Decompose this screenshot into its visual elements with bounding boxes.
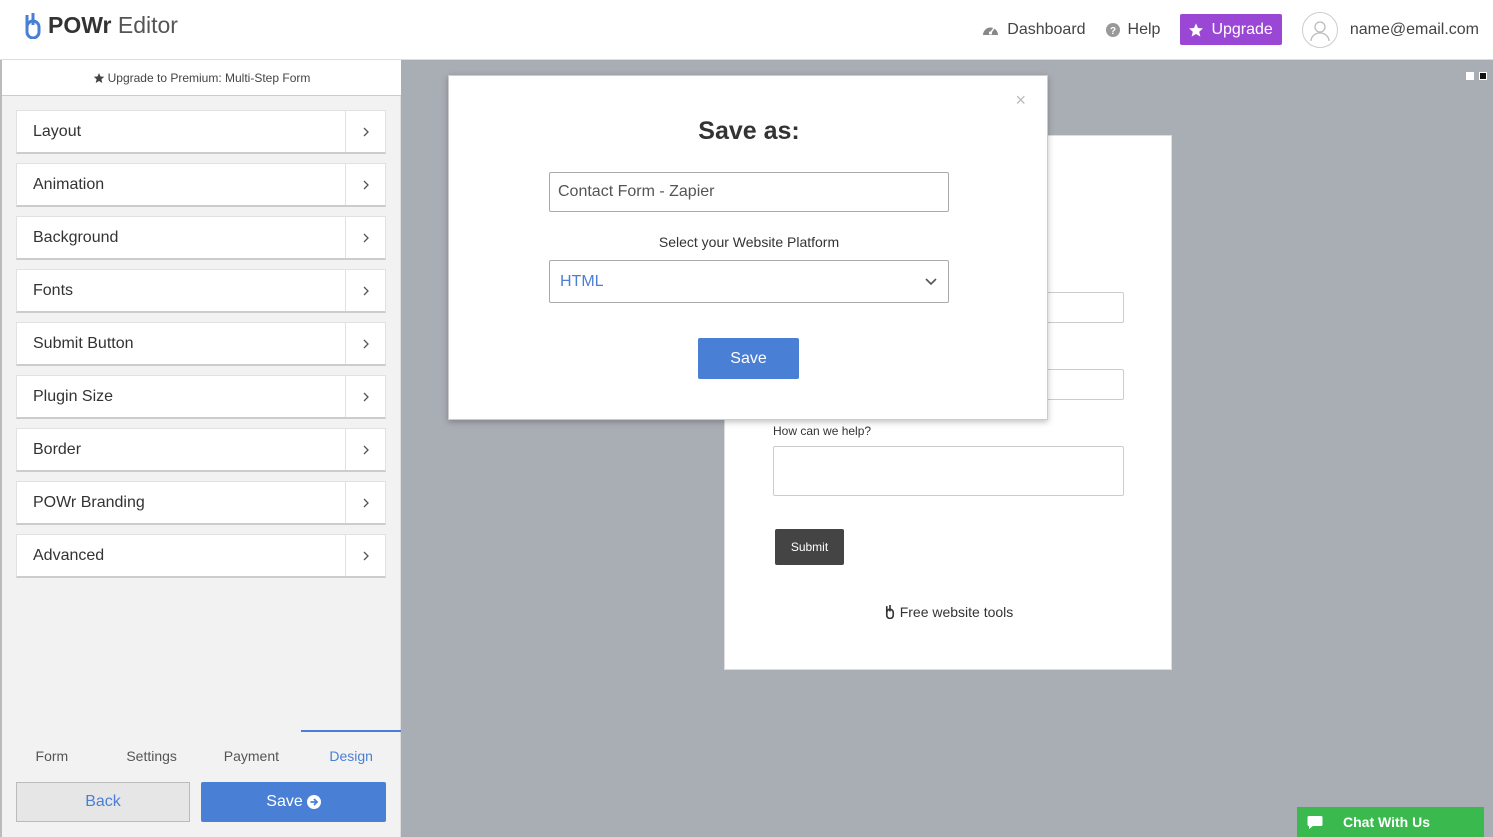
chevron-right-icon — [345, 217, 385, 258]
menu-item-label: Border — [33, 440, 82, 458]
powr-branding-text: Free website tools — [899, 604, 1014, 620]
premium-upsell-banner[interactable]: Upgrade to Premium: Multi-Step Form — [2, 60, 401, 96]
menu-item-animation[interactable]: Animation — [16, 163, 386, 207]
menu-item-label: POWr Branding — [33, 493, 145, 511]
menu-item-label: Layout — [33, 122, 82, 140]
powr-logo-icon — [885, 605, 894, 619]
svg-text:?: ? — [1109, 26, 1115, 37]
tab-form[interactable]: Form — [2, 730, 102, 770]
menu-item-label: Background — [33, 228, 119, 246]
chevron-right-icon — [345, 429, 385, 470]
help-link[interactable]: ? Help — [1105, 20, 1161, 39]
menu-item-layout[interactable]: Layout — [16, 110, 386, 154]
help-label: Help — [1127, 20, 1161, 38]
upgrade-button[interactable]: Upgrade — [1180, 14, 1282, 45]
chevron-right-icon — [345, 482, 385, 523]
view-toggle-dark[interactable] — [1479, 72, 1487, 80]
user-email[interactable]: name@email.com — [1350, 21, 1479, 39]
help-field-label: How can we help? — [773, 424, 872, 438]
back-button[interactable]: Back — [16, 782, 190, 822]
brand-name: POWr — [48, 12, 112, 38]
design-menu: Layout Animation Background Fonts Submit… — [16, 110, 386, 587]
brand-suffix: Editor — [117, 12, 178, 38]
powr-logo-icon — [25, 12, 41, 39]
sidebar-save-button[interactable]: Save — [201, 782, 386, 822]
platform-select[interactable]: HTML — [549, 260, 949, 303]
menu-item-label: Fonts — [33, 281, 74, 299]
dashboard-label: Dashboard — [1007, 20, 1086, 38]
dashboard-icon — [983, 27, 999, 35]
chat-label: Chat With Us — [1343, 814, 1430, 830]
chevron-right-icon — [345, 376, 385, 417]
chevron-right-icon — [345, 323, 385, 364]
view-toggle-light[interactable] — [1466, 72, 1474, 80]
upgrade-label: Upgrade — [1211, 20, 1273, 38]
menu-item-fonts[interactable]: Fonts — [16, 269, 386, 313]
platform-label: Select your Website Platform — [658, 234, 840, 250]
chevron-right-icon — [345, 535, 385, 576]
dashboard-link[interactable]: Dashboard — [982, 20, 1086, 39]
menu-item-label: Animation — [33, 175, 105, 193]
menu-item-label: Advanced — [33, 546, 105, 564]
help-textarea[interactable] — [773, 446, 1124, 496]
top-bar: POWr Editor Dashboard ? Help Upgrade nam… — [0, 0, 1493, 60]
menu-item-label: Submit Button — [33, 334, 134, 352]
menu-item-border[interactable]: Border — [16, 428, 386, 472]
editor-sidebar: Upgrade to Premium: Multi-Step Form Layo… — [0, 60, 401, 837]
modal-title: Save as: — [698, 117, 800, 145]
platform-select-value: HTML — [560, 272, 604, 290]
arrow-circle-right-icon — [306, 795, 321, 809]
app-name-input[interactable] — [549, 172, 949, 212]
menu-item-submit-button[interactable]: Submit Button — [16, 322, 386, 366]
tab-design[interactable]: Design — [301, 730, 401, 770]
top-nav: Dashboard ? Help Upgrade name@email.com — [982, 11, 1479, 48]
menu-item-advanced[interactable]: Advanced — [16, 534, 386, 578]
form-submit-button[interactable]: Submit — [775, 529, 844, 565]
chat-bubble-icon — [1307, 815, 1343, 830]
brand[interactable]: POWr Editor — [24, 12, 178, 39]
save-as-modal: × Save as: Select your Website Platform … — [448, 75, 1048, 420]
powr-branding-link[interactable]: Free website tools — [725, 604, 1173, 620]
premium-upsell-text: Upgrade to Premium: Multi-Step Form — [107, 70, 311, 85]
chat-with-us-button[interactable]: Chat With Us — [1297, 807, 1484, 837]
menu-item-plugin-size[interactable]: Plugin Size — [16, 375, 386, 419]
question-circle-icon: ? — [1105, 22, 1120, 37]
editor-tabs: Form Settings Payment Design — [2, 730, 401, 770]
chevron-right-icon — [345, 270, 385, 311]
menu-item-background[interactable]: Background — [16, 216, 386, 260]
view-toggles — [1466, 72, 1487, 80]
modal-save-button[interactable]: Save — [698, 338, 799, 379]
sidebar-save-label: Save — [266, 793, 303, 810]
chevron-down-icon — [925, 278, 937, 286]
menu-item-label: Plugin Size — [33, 387, 114, 405]
star-icon — [93, 72, 104, 83]
close-icon[interactable]: × — [1015, 90, 1026, 111]
chevron-right-icon — [345, 164, 385, 205]
tab-payment[interactable]: Payment — [202, 730, 302, 770]
tab-settings[interactable]: Settings — [102, 730, 202, 770]
menu-item-powr-branding[interactable]: POWr Branding — [16, 481, 386, 525]
chevron-right-icon — [345, 111, 385, 152]
star-icon — [1189, 22, 1204, 37]
user-icon — [1310, 20, 1330, 41]
avatar[interactable] — [1301, 11, 1338, 48]
